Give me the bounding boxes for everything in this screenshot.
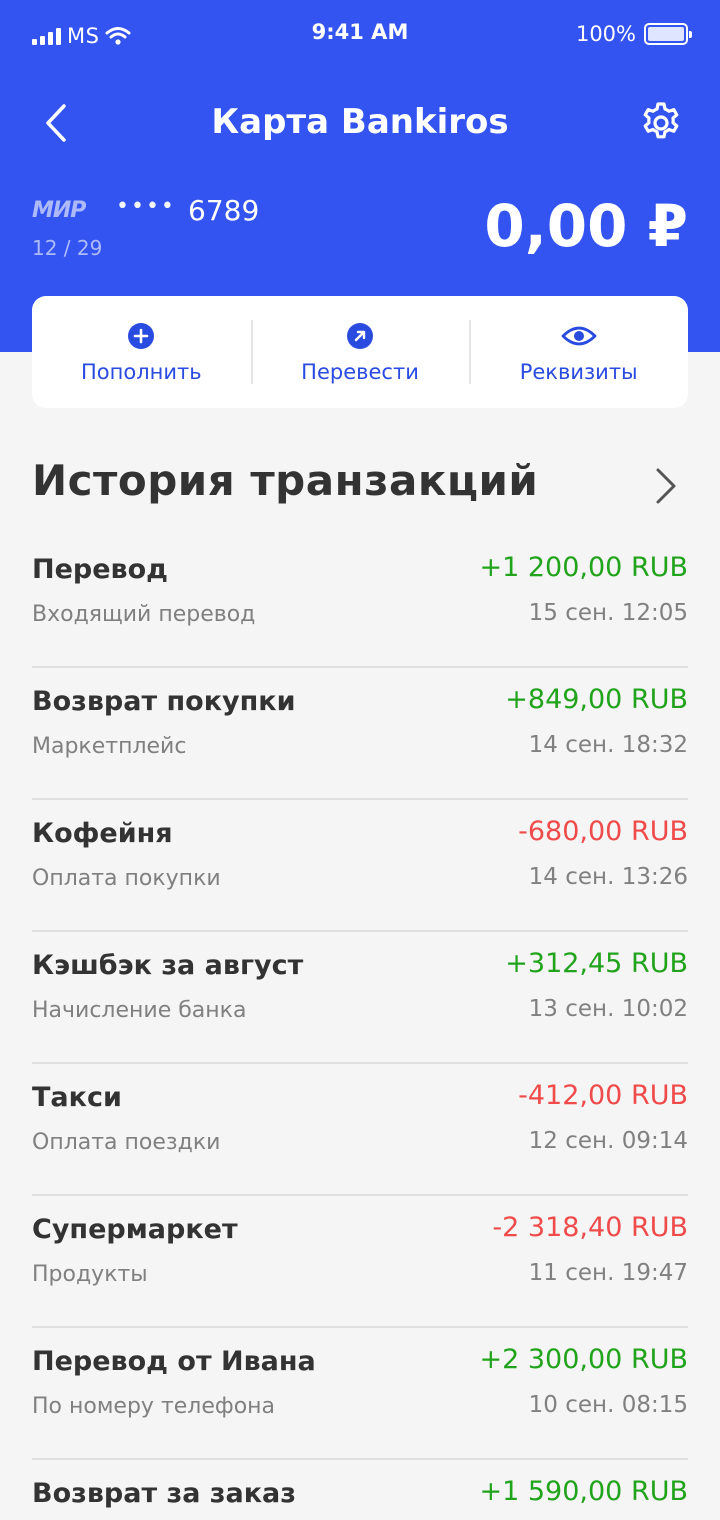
transaction-row[interactable]: Кэшбэк за август Начисление банка +312,4… — [32, 932, 688, 1064]
card-balance: 0,00 ₽ — [484, 192, 688, 260]
card-brand-logo: МИР — [32, 198, 86, 223]
battery-percent: 100% — [575, 22, 636, 46]
transaction-title: Перевод от Ивана — [32, 1346, 316, 1377]
transaction-subtitle: Начисление банка — [32, 998, 247, 1023]
transaction-amount: +1 590,00 RUB — [479, 1476, 689, 1507]
transaction-date: 12 сен. 09:14 — [528, 1128, 688, 1154]
transaction-date: 14 сен. 18:32 — [528, 732, 688, 758]
transaction-title: Такси — [32, 1082, 122, 1113]
card-summary: МИР •••• 6789 12 / 29 0,00 ₽ — [32, 192, 688, 272]
transaction-amount: +312,45 RUB — [505, 948, 688, 979]
transaction-title: Возврат за заказ — [32, 1478, 296, 1509]
transaction-row[interactable]: Возврат за заказ +1 590,00 RUB — [32, 1460, 688, 1520]
transfer-button[interactable]: Перевести — [250, 296, 470, 408]
card-last-digits: 6789 — [188, 194, 260, 227]
eye-icon — [561, 326, 597, 346]
transaction-history-header[interactable]: История транзакций — [32, 456, 688, 520]
transaction-title: Кэшбэк за август — [32, 950, 304, 981]
transaction-amount: +1 200,00 RUB — [479, 552, 689, 583]
transaction-subtitle: Продукты — [32, 1262, 148, 1287]
transaction-row[interactable]: Такси Оплата поездки -412,00 RUB 12 сен.… — [32, 1064, 688, 1196]
transaction-subtitle: По номеру телефона — [32, 1394, 276, 1419]
transaction-title: Кофейня — [32, 818, 173, 849]
top-up-button[interactable]: Пополнить — [32, 296, 251, 408]
transaction-subtitle: Оплата покупки — [32, 866, 221, 891]
card-actions: Пополнить Перевести Реквизиты — [32, 296, 688, 408]
transaction-row[interactable]: Возврат покупки Маркетплейс +849,00 RUB … — [32, 668, 688, 800]
transaction-row[interactable]: Перевод от Ивана По номеру телефона +2 3… — [32, 1328, 688, 1460]
transaction-subtitle: Оплата поездки — [32, 1130, 221, 1155]
transaction-row[interactable]: Перевод Входящий перевод +1 200,00 RUB 1… — [32, 536, 688, 668]
page-title: Карта Bankiros — [211, 102, 509, 142]
transaction-title: Супермаркет — [32, 1214, 238, 1245]
transaction-row[interactable]: Супермаркет Продукты -2 318,40 RUB 11 се… — [32, 1196, 688, 1328]
details-label: Реквизиты — [519, 360, 638, 384]
transaction-title: Возврат покупки — [32, 686, 296, 717]
chevron-right-icon[interactable] — [654, 466, 678, 506]
transaction-amount: +2 300,00 RUB — [479, 1344, 689, 1375]
transaction-amount: -2 318,40 RUB — [492, 1212, 688, 1243]
top-up-label: Пополнить — [81, 360, 202, 384]
transaction-date: 13 сен. 10:02 — [528, 996, 688, 1022]
transaction-subtitle: Маркетплейс — [32, 734, 187, 759]
card-mask: •••• — [116, 194, 176, 219]
gear-icon[interactable] — [638, 100, 684, 146]
plus-circle-icon — [128, 323, 155, 349]
details-button[interactable]: Реквизиты — [469, 296, 688, 408]
transaction-title: Перевод — [32, 554, 168, 585]
arrow-up-right-circle-icon — [347, 323, 373, 349]
battery-icon — [644, 23, 692, 45]
transaction-date: 15 сен. 12:05 — [528, 600, 688, 626]
transfer-label: Перевести — [301, 360, 419, 384]
navigation-bar: Карта Bankiros — [0, 90, 720, 156]
transaction-subtitle: Входящий перевод — [32, 602, 256, 627]
transaction-amount: -412,00 RUB — [518, 1080, 688, 1111]
section-title: История транзакций — [32, 456, 539, 505]
transaction-amount: -680,00 RUB — [518, 816, 688, 847]
card-expiry: 12 / 29 — [32, 236, 103, 260]
transaction-date: 14 сен. 13:26 — [528, 864, 688, 890]
status-right: 100% — [575, 22, 692, 46]
status-bar: MS 9:41 AM 100% — [0, 0, 720, 70]
transaction-amount: +849,00 RUB — [505, 684, 688, 715]
transaction-date: 11 сен. 19:47 — [528, 1260, 688, 1286]
transaction-list: Перевод Входящий перевод +1 200,00 RUB 1… — [32, 536, 688, 1520]
transaction-row[interactable]: Кофейня Оплата покупки -680,00 RUB 14 се… — [32, 800, 688, 932]
transaction-date: 10 сен. 08:15 — [528, 1392, 688, 1418]
